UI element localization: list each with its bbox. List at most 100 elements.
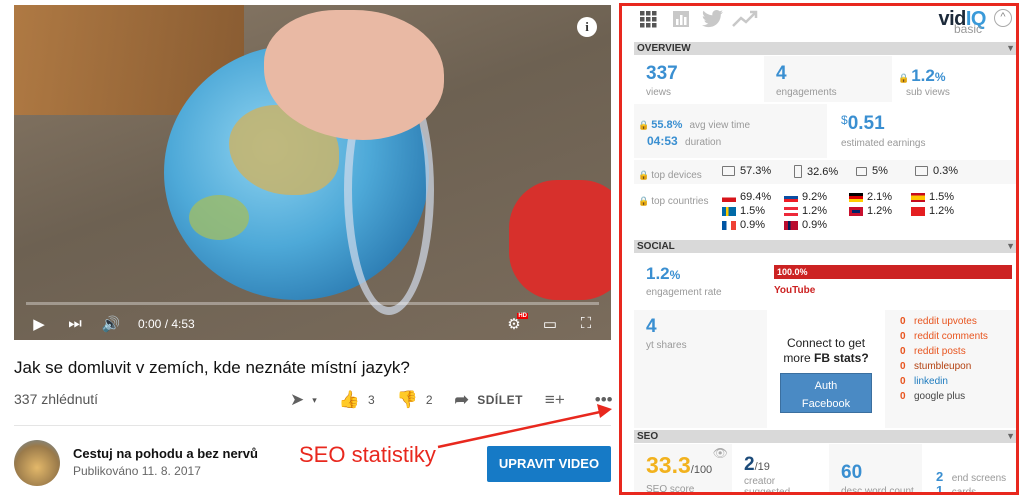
social-count-row: 0 linkedin [900, 374, 988, 389]
desktop-icon [722, 166, 735, 176]
published-date: Publikováno 11. 8. 2017 [73, 464, 201, 478]
more-button[interactable]: ••• [595, 390, 621, 410]
lock-icon: 🔒 [898, 73, 910, 83]
share-label: SDÍLET [477, 393, 523, 407]
country-se: 1.5% [722, 205, 765, 217]
views-cell: 337 views [634, 56, 762, 102]
earnings-cell: $0.51 estimated earnings [829, 104, 1016, 158]
youtube-label: YouTube [774, 285, 816, 296]
progress-bar[interactable] [26, 302, 599, 305]
country-de: 2.1% [849, 191, 892, 203]
engagement-rate-cell: 1.2% engagement rate [634, 254, 1016, 308]
social-count-row: 0 google plus [900, 389, 988, 404]
yt-shares-label: yt shares [646, 340, 687, 351]
top-devices-row: 🔒 top devices 57.3% 32.6% 5% 0.3% [634, 160, 1016, 184]
fullscreen-icon[interactable]: ⛶ [575, 313, 597, 335]
social-count-label: reddit posts [914, 346, 966, 357]
grid-icon[interactable] [639, 10, 657, 28]
end-screens-cell: 2 end screens 1 cards [924, 444, 1016, 492]
country-cz: 69.4% [722, 191, 771, 203]
next-icon[interactable]: ⏭ [64, 313, 86, 335]
country-al: 1.2% [911, 205, 954, 217]
device-desktop: 57.3% [722, 165, 771, 177]
time-display: 0:00 / 4:53 [138, 316, 195, 331]
country-fr: 0.9% [722, 219, 765, 231]
lock-icon: 🔒 [638, 120, 650, 130]
seo-header[interactable]: SEO ▼ [634, 430, 1016, 443]
theater-mode-icon[interactable]: ▭ [539, 313, 561, 335]
overview-header[interactable]: OVERVIEW ▼ [634, 42, 1016, 55]
player-controls: ▶ ⏭ 🔊 0:00 / 4:53 ⚙ HD ▭ ⛶ [14, 307, 611, 340]
social-count-label: linkedin [914, 376, 948, 387]
playlist-add-icon: ≡+ [544, 390, 565, 409]
creator-suggested-cell: 2/19 creator suggested [734, 444, 827, 492]
youtube-studio-page: i ▶ ⏭ 🔊 0:00 / 4:53 ⚙ HD ▭ ⛶ Jak se domlu… [0, 0, 1024, 499]
social-count-label: stumbleupon [914, 361, 972, 372]
social-header[interactable]: SOCIAL ▼ [634, 240, 1016, 253]
youtube-share-bar: 100.0% [774, 265, 1012, 279]
trending-icon[interactable] [732, 10, 758, 28]
info-icon[interactable]: i [577, 17, 597, 37]
chevron-down-icon: ▼ [1006, 43, 1015, 53]
divider [14, 425, 611, 426]
social-count-label: reddit upvotes [914, 316, 977, 327]
device-tv: 0.3% [915, 165, 958, 177]
yt-shares-value: 4 [646, 316, 657, 337]
social-count-value: 0 [900, 391, 906, 402]
social-count-label: google plus [914, 391, 966, 402]
country-no: 0.9% [784, 219, 827, 231]
engagements-cell: 4 engagements [764, 56, 892, 102]
like-button[interactable]: 👍 3 [339, 390, 375, 410]
thumbs-down-icon: 👎 [396, 390, 418, 409]
social-count-value: 0 [900, 331, 906, 342]
desc-word-count-cell: 60 desc word count [829, 444, 922, 492]
video-frame [14, 5, 611, 340]
share-button[interactable]: ➦ SDÍLET [455, 390, 523, 410]
social-count-row: 0 reddit comments [900, 329, 988, 344]
social-count-value: 0 [900, 346, 906, 357]
volume-icon[interactable]: 🔊 [100, 313, 122, 335]
social-count-row: 0 stumbleupon [900, 359, 988, 374]
seo-annotation-label: SEO statistiky [299, 442, 436, 467]
view-count: 337 zhlédnutí [14, 391, 99, 407]
more-icon: ••• [594, 390, 613, 409]
country-at: 1.2% [784, 205, 827, 217]
video-player[interactable]: i ▶ ⏭ 🔊 0:00 / 4:53 ⚙ HD ▭ ⛶ [14, 5, 611, 340]
lock-icon: 🔒 [638, 170, 650, 180]
country-gb: 1.2% [849, 205, 892, 217]
social-count-row: 0 reddit upvotes [900, 314, 988, 329]
connect-facebook-box: Connect to get more FB stats? Auth Faceb… [767, 310, 885, 428]
social-count-value: 0 [900, 316, 906, 327]
share-icon: ➦ [454, 390, 470, 409]
chevron-down-icon: ▼ [1006, 431, 1015, 441]
twitter-icon[interactable] [702, 10, 724, 28]
settings-gear-icon[interactable]: ⚙ HD [503, 312, 528, 335]
chevron-down-icon: ▼ [1006, 241, 1015, 251]
chevron-down-icon: ▾ [312, 394, 317, 405]
edit-video-button[interactable]: UPRAVIT VIDEO [487, 446, 611, 482]
vidiq-toolbar: vidIQ basic ^ [622, 6, 1016, 40]
playlist-add-button[interactable]: ➤ ▾ [290, 390, 317, 410]
eye-icon: 👁 [712, 446, 728, 460]
add-to-icon: ➤ [290, 390, 305, 409]
dislike-button[interactable]: 👎 2 [397, 390, 433, 410]
collapse-icon[interactable]: ^ [994, 9, 1012, 27]
avatar[interactable] [14, 440, 60, 486]
country-sk: 9.2% [784, 191, 827, 203]
channel-name[interactable]: Cestuj na pohodu a bez nervů [73, 446, 258, 461]
bar-chart-icon[interactable] [672, 10, 690, 28]
video-title: Jak se domluvit v zemích, kde neznáte mí… [14, 358, 410, 377]
sub-views-cell: 🔒 1.2% sub views [894, 56, 1016, 102]
avg-view-cell: 🔒 55.8% avg view time 04:53 duration [634, 104, 827, 158]
social-count-label: reddit comments [914, 331, 988, 342]
vidiq-panel: vidIQ basic ^ OVERVIEW ▼ 337 views 4 enga… [619, 3, 1019, 495]
auth-facebook-button[interactable]: Auth Facebook [780, 373, 872, 413]
tv-icon [915, 166, 928, 176]
social-count-value: 0 [900, 376, 906, 387]
social-count-row: 0 reddit posts [900, 344, 988, 359]
tablet-icon [856, 166, 867, 176]
add-to-playlist-button[interactable]: ≡+ [545, 390, 573, 410]
thumbs-up-icon: 👍 [338, 390, 360, 409]
play-icon[interactable]: ▶ [28, 313, 50, 335]
social-count-value: 0 [900, 361, 906, 372]
